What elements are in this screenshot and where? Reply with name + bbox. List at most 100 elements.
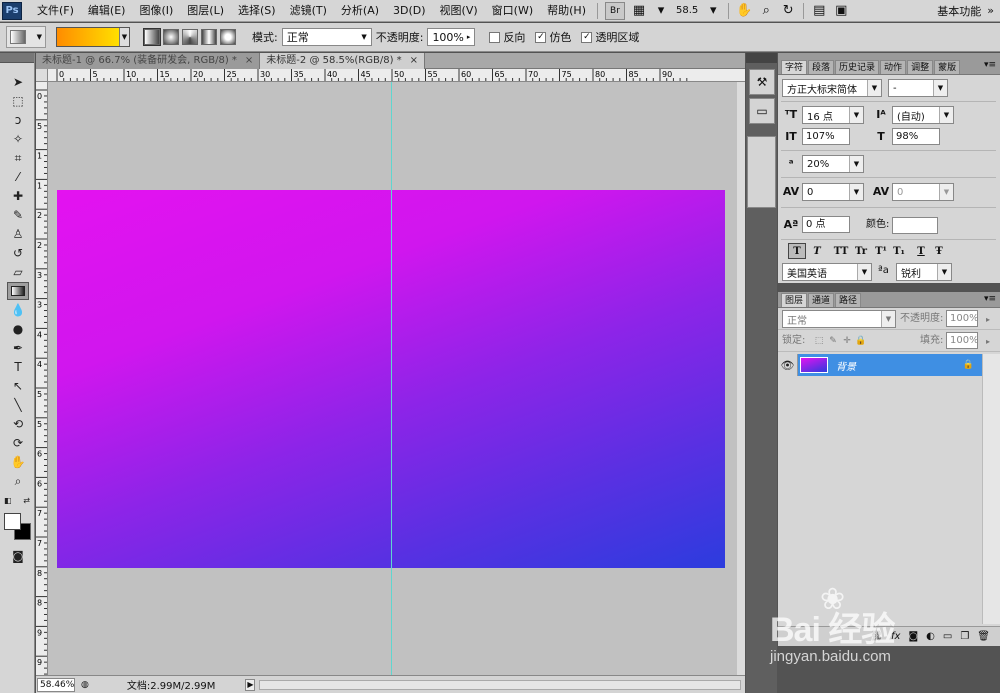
magic-wand-tool-icon[interactable]: ✧ — [7, 130, 29, 148]
close-icon[interactable]: × — [410, 53, 418, 69]
language-select[interactable]: 美国英语 ▼ — [782, 263, 872, 281]
all-caps-button[interactable]: TT — [832, 243, 850, 259]
superscript-button[interactable]: T¹ — [872, 243, 890, 259]
tools-panel-header[interactable] — [0, 53, 34, 63]
eraser-tool-icon[interactable]: ▱ — [7, 263, 29, 281]
arrange-documents-icon[interactable]: ▤ — [809, 2, 829, 20]
tab-document-1[interactable]: 未标题-1 @ 66.7% (装备研发会, RGB/8) * × — [36, 53, 261, 69]
menu-file[interactable]: 文件(F) — [30, 0, 81, 22]
menu-edit[interactable]: 编辑(E) — [81, 0, 133, 22]
vertical-guide[interactable] — [391, 82, 392, 679]
layer-thumbnail[interactable] — [800, 357, 828, 373]
underline-button[interactable]: T — [912, 243, 930, 259]
mode-select[interactable]: 正常 ▼ — [281, 28, 372, 46]
chevron-right-icon[interactable]: ▸ — [979, 311, 997, 327]
status-info-icon[interactable]: ◍ — [81, 680, 89, 690]
menu-analysis[interactable]: 分析(A) — [334, 0, 386, 22]
dodge-tool-icon[interactable]: ● — [7, 320, 29, 338]
font-style-select[interactable]: - ▼ — [888, 79, 948, 97]
small-caps-button[interactable]: Tr — [852, 243, 870, 259]
history-brush-tool-icon[interactable]: ↺ — [7, 244, 29, 262]
linear-gradient-button[interactable] — [143, 28, 161, 46]
faux-bold-button[interactable]: T — [788, 243, 806, 259]
tool-presets-icon[interactable]: ⚒ — [749, 69, 775, 95]
pen-tool-icon[interactable]: ✒ — [7, 339, 29, 357]
horizontal-scrollbar[interactable] — [259, 679, 741, 690]
chevron-right-icon[interactable]: ▶ — [245, 678, 256, 691]
vertical-ruler[interactable]: 0 5 1 1 2 2 3 3 4 4 5 5 6 6 7 7 8 8 9 9 — [36, 82, 48, 679]
reverse-checkbox[interactable]: 反向 — [489, 29, 525, 45]
tab-history[interactable]: 历史记录 — [835, 60, 880, 74]
text-color-swatch[interactable] — [892, 217, 938, 234]
new-layer-icon[interactable]: ❐ — [960, 631, 969, 642]
radial-gradient-button[interactable] — [163, 29, 179, 45]
3d-orbit-tool-icon[interactable]: ⟳ — [7, 434, 29, 452]
opacity-field[interactable]: 100% ▸ — [427, 28, 476, 46]
tsume-select[interactable]: 20% ▼ — [802, 155, 864, 173]
strip-header[interactable] — [746, 53, 777, 63]
lasso-tool-icon[interactable]: ↄ — [7, 111, 29, 129]
antialias-select[interactable]: 锐利 ▼ — [896, 263, 952, 281]
faux-italic-button[interactable]: T — [808, 243, 826, 259]
vertical-scale-field[interactable]: 107% — [802, 128, 850, 145]
leading-select[interactable]: (自动) ▼ — [892, 106, 954, 124]
hand-tool-icon[interactable]: ✋ — [734, 2, 754, 20]
tab-adjustments[interactable]: 调整 — [907, 60, 934, 74]
bridge-button[interactable]: Br — [604, 1, 625, 20]
zoom-field[interactable]: 58.46% — [37, 677, 75, 692]
diamond-gradient-button[interactable] — [220, 29, 236, 45]
canvas-viewport[interactable] — [48, 82, 745, 679]
menu-window[interactable]: 窗口(W) — [485, 0, 540, 22]
transparency-check-box[interactable]: ✓ — [581, 31, 593, 43]
brush-tool-icon[interactable]: ✎ — [7, 206, 29, 224]
healing-brush-tool-icon[interactable]: ✚ — [7, 187, 29, 205]
quick-mask-icon[interactable]: ◙ — [7, 547, 29, 565]
layers-scrollbar[interactable] — [982, 354, 1000, 624]
chevron-right-icon[interactable]: ▸ — [979, 333, 997, 349]
menu-filter[interactable]: 滤镜(T) — [283, 0, 334, 22]
crop-tool-icon[interactable]: ⌗ — [7, 149, 29, 167]
tracking-select[interactable]: 0 ▼ — [892, 183, 954, 201]
panel-menu-icon[interactable]: ▾≡ — [984, 60, 996, 70]
3d-rotate-tool-icon[interactable]: ⟲ — [7, 415, 29, 433]
lock-all-icon[interactable]: 🔒 — [852, 333, 870, 349]
move-tool-icon[interactable]: ➤ — [7, 73, 29, 91]
gradient-swatch[interactable] — [57, 28, 119, 46]
kerning-select[interactable]: 0 ▼ — [802, 183, 864, 201]
menu-image[interactable]: 图像(I) — [132, 0, 180, 22]
ruler-origin[interactable] — [36, 69, 48, 82]
angle-gradient-button[interactable] — [182, 29, 198, 45]
default-colors-icon[interactable]: ◧ ⇄ — [4, 491, 30, 509]
rotate-view-icon[interactable]: ↻ — [778, 2, 798, 20]
tab-paragraph[interactable]: 段落 — [808, 60, 835, 74]
tab-character[interactable]: 字符 — [781, 60, 808, 74]
tool-preset-picker[interactable]: ▼ — [6, 26, 46, 48]
dither-checkbox[interactable]: ✓ 仿色 — [535, 29, 571, 45]
subscript-button[interactable]: T₁ — [890, 243, 908, 259]
layer-opacity-field[interactable]: 100% — [946, 310, 979, 327]
tab-layers[interactable]: 图层 — [781, 293, 808, 307]
tab-document-2[interactable]: 未标题-2 @ 58.5%(RGB/8) * × — [260, 53, 426, 69]
line-tool-icon[interactable]: ╲ — [7, 396, 29, 414]
screen-mode-icon[interactable]: ▣ — [831, 2, 851, 20]
close-icon[interactable]: × — [245, 53, 253, 69]
panel-menu-icon[interactable]: ▾≡ — [984, 294, 996, 304]
zoom-tool-icon[interactable]: ⌕ — [756, 2, 776, 20]
tab-actions[interactable]: 动作 — [880, 60, 907, 74]
gradient-tool-icon[interactable] — [7, 282, 29, 300]
zoom-tool-icon[interactable]: ⌕ — [7, 472, 29, 490]
marquee-tool-icon[interactable]: ⬚ — [7, 92, 29, 110]
horizontal-ruler[interactable]: 0 5 10 15 20 25 30 35 40 45 50 55 60 65 70 75 80 85 90 — [48, 69, 745, 82]
transparency-checkbox[interactable]: ✓ 透明区域 — [581, 29, 639, 45]
gradient-picker[interactable]: ▼ — [56, 27, 130, 47]
blur-tool-icon[interactable]: 💧 — [7, 301, 29, 319]
view-extras-icon[interactable]: ▦ — [629, 2, 649, 20]
tab-paths[interactable]: 路径 — [835, 293, 862, 307]
trash-icon[interactable]: 🗑 — [977, 631, 990, 642]
menu-view[interactable]: 视图(V) — [433, 0, 485, 22]
fill-field[interactable]: 100% — [946, 332, 979, 349]
clone-stamp-tool-icon[interactable]: ♙ — [7, 225, 29, 243]
tab-masks[interactable]: 蒙版 — [934, 60, 961, 74]
vertical-scrollbar[interactable] — [737, 82, 745, 679]
dither-check-box[interactable]: ✓ — [535, 31, 547, 43]
